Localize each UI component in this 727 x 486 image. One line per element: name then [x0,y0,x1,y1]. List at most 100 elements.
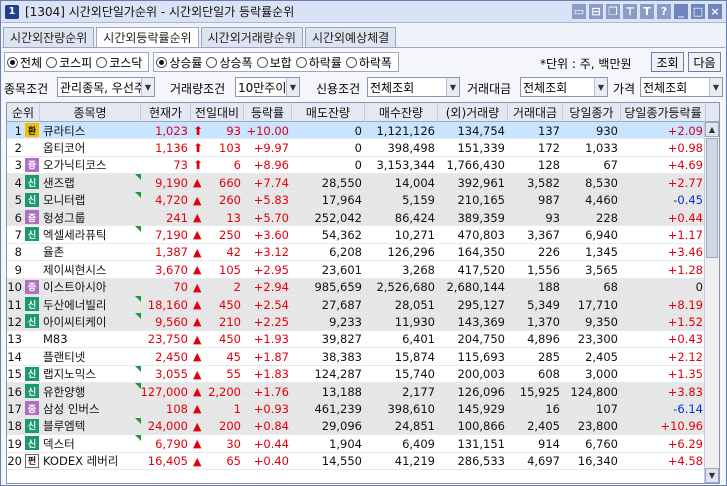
price-select[interactable]: 전체조회 ▼ [640,77,723,97]
table-row[interactable]: 4 신 샌즈랩 9,190 ▲ 660 +7.74 28,550 14,004 392,961 3,… [7,174,719,192]
column-header-buy[interactable]: 매수잔량 [365,103,438,122]
radio-indicator[interactable] [295,56,307,68]
close-icon[interactable]: × [708,4,722,19]
table-row[interactable]: 8 율촌 1,387 ▲ 42 +3.12 6,208 126,296 164,350 226 1,… [7,244,719,262]
cell-amount: 188 [538,280,560,295]
cell-change: ▲ 660 [191,174,244,191]
volume-cond-select[interactable]: 10만주이상 ▼ [235,77,300,97]
help-icon[interactable]: ? [657,4,671,19]
radio-indicator[interactable] [345,56,357,68]
credit-cond-select[interactable]: 전체조회 ▼ [367,77,460,97]
query-button[interactable]: 조회 [651,52,684,72]
text-icon[interactable]: T [640,4,654,19]
cell-sell: 38,383 [321,349,362,364]
market-radio-3[interactable]: 코스닥 [96,54,142,71]
cell-change: ▲ 13 [191,209,244,226]
column-header-volume[interactable]: (외)거래량 [438,103,508,122]
table-row[interactable]: 20 펀 KODEX 레버리 16,405 ▲ 65 +0.40 14,550 41,219 28… [7,453,719,470]
cell-rate: +0.93 [253,401,289,416]
pin-icon[interactable]: ⊤ [623,4,637,19]
cell-rate: +2.95 [253,262,289,277]
title-bar[interactable]: 1 [1304] 시간외단일가순위 - 시간외단일가 등락률순위 ▭ ⊟ ❐ ⊤ T? _… [1,1,726,23]
table-row[interactable]: 15 신 랩지노믹스 3,055 ▲ 55 +1.83 124,287 15,740 200,00… [7,365,719,383]
copy-icon[interactable]: ❐ [606,4,620,19]
chevron-down-icon[interactable]: ▼ [709,78,722,96]
maximize-icon[interactable]: □ [691,4,705,19]
scroll-up-icon[interactable]: ▲ [705,122,719,137]
type-radio-4[interactable]: 하락률 [295,54,342,71]
cell-change: ⬆ 6 [191,157,244,174]
table-row[interactable]: 14 플랜티넷 2,450 ▲ 45 +1.87 38,383 15,874 115,693 28… [7,348,719,366]
table-row[interactable]: 16 신 유한양행 127,000 ▲ 2,200 +1.76 13,188 2,177 126,… [7,383,719,401]
column-header-amount[interactable]: 거래대금 [508,103,563,122]
table-row[interactable]: 18 신 블루엠텍 24,000 ▲ 200 +0.84 29,096 24,851 100,86… [7,417,719,436]
table-row[interactable]: 6 증 헝셩그룹 241 ▲ 13 +5.70 252,042 86,424 389,359 93 2… [7,209,719,227]
next-button[interactable]: 다음 [688,52,721,72]
column-header-close_rate[interactable]: 당일종가등락률 [621,103,706,122]
chevron-down-icon[interactable]: ▼ [286,78,299,96]
vertical-scrollbar[interactable]: ▲ ▼ [704,122,719,483]
table-row[interactable]: 13 M83 23,750 ▲ 450 +1.93 39,827 6,401 204,750 4,… [7,331,719,349]
table-row[interactable]: 2 옵티코어 1,136 ⬆ 103 +9.97 0 398,498 151,339 172 1,0… [7,139,719,157]
cell-close_rate: +0.98 [667,140,703,155]
cell-rate: +0.40 [253,454,289,469]
table-row[interactable]: 1 환 큐라티스 1,023 ⬆ 93 +10.00 0 1,121,126 134,754 137… [7,122,719,140]
cell-rank: 20 펀 [7,453,40,470]
cell-close: 16,340 [577,454,618,469]
market-radio-1[interactable]: 전체 [7,54,42,71]
amount-select[interactable]: 전체조회 ▼ [520,77,608,97]
main-window: 1 [1304] 시간외단일가순위 - 시간외단일가 등락률순위 ▭ ⊟ ❐ ⊤ T? _… [0,0,727,486]
cell-amount: 4,896 [527,332,560,347]
chevron-down-icon[interactable]: ▼ [446,78,459,96]
radio-indicator[interactable] [7,56,18,68]
tab-1[interactable]: 시간외잔량순위 [3,27,95,47]
column-header-sell[interactable]: 매도잔량 [292,103,365,122]
table-row[interactable]: 5 신 모니터랩 4,720 ▲ 260 +5.83 17,964 5,159 210,165 98… [7,191,719,209]
table-row[interactable]: 19 신 덱스터 6,790 ▲ 30 +0.44 1,904 6,409 131,151 914 6… [7,435,719,453]
cell-amount: 1,370 [527,314,560,329]
scroll-down-icon[interactable]: ▼ [705,468,719,483]
radio-indicator[interactable] [206,56,218,68]
radio-indicator[interactable] [256,56,268,68]
cell-close: 67 [603,158,618,173]
tab-4[interactable]: 시간외예상체결 [304,27,397,47]
cell-price: 2,450 [155,349,188,364]
type-radio-1[interactable]: 상승률 [156,54,202,71]
column-header-price[interactable]: 현재가 [141,103,191,122]
tab-2[interactable]: 시간외등락률순위 [96,27,199,47]
scroll-thumb[interactable] [706,138,718,258]
window-number: 1 [5,4,19,19]
table-row[interactable]: 9 제이씨현시스 3,670 ▲ 105 +2.95 23,601 3,268 417,520 1… [7,261,719,279]
message-icon[interactable]: ▭ [572,4,586,19]
up-arrow-icon: ⬆ [193,158,204,173]
restore-icon[interactable]: ⊟ [589,4,603,19]
market-radio-2[interactable]: 코스피 [46,54,92,71]
radio-indicator[interactable] [156,56,168,68]
type-radio-5[interactable]: 하락폭 [345,54,392,71]
change-value: 93 [226,123,241,138]
cell-name: 모니터랩 [40,191,141,209]
column-header-close[interactable]: 당일종가 [563,103,621,122]
type-radio-2[interactable]: 상승폭 [206,54,253,71]
type-radio-3[interactable]: 보합 [256,54,292,71]
radio-indicator[interactable] [96,56,108,68]
change-value: 450 [219,332,241,347]
tab-3[interactable]: 시간외거래량순위 [200,27,303,47]
chevron-down-icon[interactable]: ▼ [141,78,154,96]
cell-rate: +1.87 [253,349,289,364]
table-row[interactable]: 11 신 두산에너빌리 18,160 ▲ 450 +2.54 27,687 28,051 295,… [7,296,719,314]
column-header-rate[interactable]: 등락률 [244,103,292,122]
column-header-name[interactable]: 종목명 [40,103,141,122]
table-row[interactable]: 17 증 삼성 인버스 108 ▲ 1 +0.93 461,239 398,610 145,929… [7,400,719,418]
minimize-icon[interactable]: _ [674,4,688,19]
table-row[interactable]: 12 신 아이씨티케이 9,560 ▲ 210 +2.25 9,233 11,930 143,36… [7,313,719,331]
table-row[interactable]: 10 증 이스트아시아 70 ▲ 2 +2.94 985,659 2,526,680 2,680,… [7,278,719,296]
radio-indicator[interactable] [46,56,58,68]
stock-cond-select[interactable]: 관리종목, 우선주 ▼ [57,77,155,97]
column-header-rank[interactable]: 순위 [7,103,40,122]
cell-change: ▲ 30 [191,435,244,452]
table-row[interactable]: 7 신 엑셀세라퓨틱 7,190 ▲ 250 +3.60 54,362 10,271 470,80… [7,226,719,244]
table-row[interactable]: 3 증 오가닉티코스 73 ⬆ 6 +8.96 0 3,153,344 1,766,430 128 6… [7,157,719,175]
column-header-change[interactable]: 전일대비 [191,103,244,122]
chevron-down-icon[interactable]: ▼ [594,78,607,96]
